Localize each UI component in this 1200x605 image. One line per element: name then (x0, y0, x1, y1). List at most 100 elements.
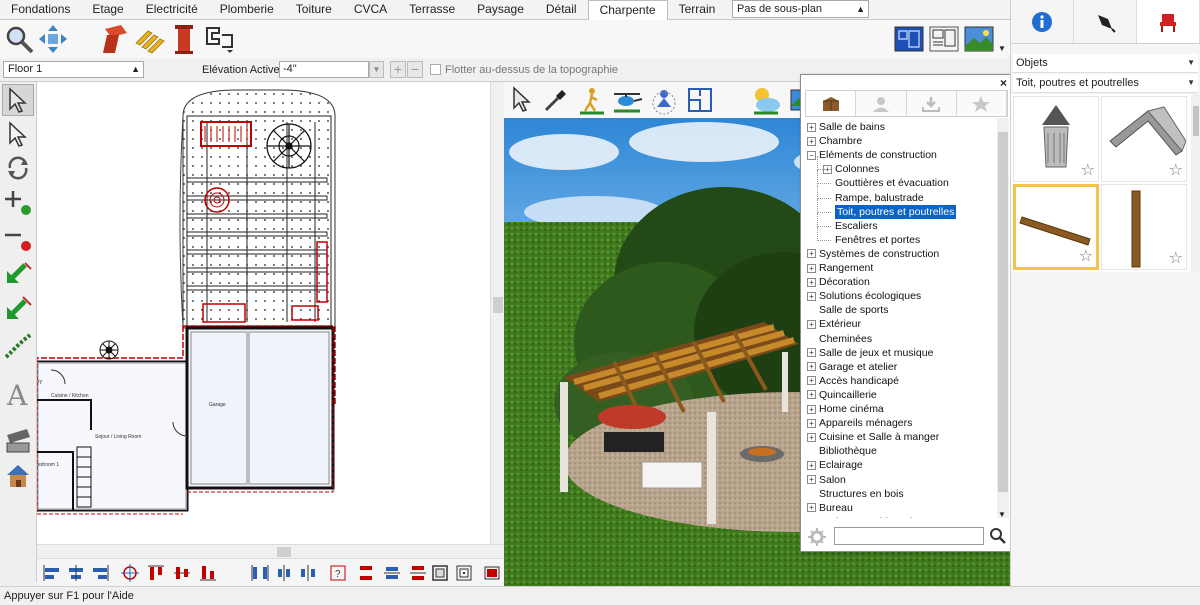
scroll-thumb[interactable] (493, 297, 503, 313)
tree-item[interactable]: Chambre (819, 134, 862, 148)
expand-icon[interactable]: + (807, 503, 816, 513)
thumb-cupola[interactable]: ☆ (1013, 96, 1099, 182)
view-3d-button[interactable] (962, 22, 996, 56)
close-icon[interactable]: × (1000, 76, 1007, 90)
tab-terrasse[interactable]: Terrasse (398, 0, 466, 19)
tree-item[interactable]: Fenêtres et portes (835, 233, 920, 247)
right-tab-info[interactable] (1011, 0, 1074, 43)
tree-item[interactable]: Systèmes de construction (819, 247, 939, 261)
tab-electricite[interactable]: Electricité (135, 0, 209, 19)
expand-icon[interactable]: + (807, 136, 816, 146)
thumbnails-scrollbar[interactable] (1191, 94, 1200, 272)
tab-terrain[interactable]: Terrain (668, 0, 727, 19)
tab-toiture[interactable]: Toiture (285, 0, 343, 19)
tree-item[interactable]: Salon (819, 473, 846, 487)
thumb-beam[interactable]: ☆ (1013, 184, 1099, 270)
toolbar-overflow-icon[interactable]: ▼ (998, 44, 1006, 53)
tree-item[interactable]: Cheminées (819, 332, 872, 346)
tree-item[interactable]: Bureau (819, 501, 853, 515)
expand-icon[interactable]: + (807, 249, 816, 259)
3d-weather-button[interactable] (750, 84, 782, 116)
joist-tool-button[interactable] (133, 22, 167, 56)
expand-icon[interactable]: + (807, 432, 816, 442)
expand-icon[interactable]: + (807, 390, 816, 400)
scroll-thumb[interactable] (998, 132, 1008, 492)
camera-tool-button[interactable] (2, 424, 34, 456)
float-topography-checkbox[interactable] (430, 64, 441, 75)
expand-icon[interactable]: + (807, 277, 816, 287)
tab-charpente[interactable]: Charpente (587, 0, 668, 21)
boundary-box-icon[interactable] (431, 564, 449, 582)
subcategory-select[interactable]: Toit, poutres et poutrelles ▼ (1013, 74, 1198, 93)
tab-detail[interactable]: Détail (535, 0, 588, 19)
elevation-dropdown-button[interactable]: ▼ (369, 61, 384, 78)
align-right-icon[interactable] (91, 564, 109, 582)
library-tab-user[interactable] (856, 91, 907, 116)
center-target-icon[interactable] (121, 564, 139, 582)
right-tab-pen[interactable] (1074, 0, 1137, 43)
expand-icon[interactable]: + (807, 362, 816, 372)
expand-icon[interactable]: + (807, 404, 816, 414)
scroll-thumb[interactable] (277, 547, 291, 557)
tree-item[interactable]: Escaliers (835, 219, 878, 233)
expand-icon[interactable]: + (807, 319, 816, 329)
select-points-button[interactable] (2, 118, 34, 150)
favorite-star-icon[interactable]: ☆ (1169, 160, 1183, 180)
tree-item[interactable]: Colonnes (835, 162, 879, 176)
break-line-button[interactable] (2, 258, 34, 290)
gear-icon[interactable] (807, 527, 827, 547)
distribute-center-icon[interactable] (275, 564, 293, 582)
distribute-vertical-center-icon[interactable] (383, 564, 401, 582)
3d-eyedropper-button[interactable] (540, 84, 572, 116)
category-select[interactable]: Objets ▼ (1013, 54, 1198, 73)
expand-icon[interactable]: + (807, 475, 816, 484)
search-icon[interactable] (989, 527, 1007, 545)
tab-etage[interactable]: Etage (81, 0, 134, 19)
favorite-star-icon[interactable]: ☆ (1079, 246, 1093, 266)
expand-icon[interactable]: + (807, 263, 816, 273)
house-tool-button[interactable] (2, 460, 34, 492)
scroll-down-icon[interactable]: ▼ (998, 510, 1006, 519)
tree-item[interactable]: Garage et atelier (819, 360, 897, 374)
tree-item[interactable]: Salle de sports (819, 303, 888, 317)
distribute-vertical-icon[interactable] (357, 564, 375, 582)
tree-item[interactable]: Quincaillerie (819, 388, 877, 402)
tree-item[interactable]: Toit, poutres et poutrelles (835, 204, 957, 219)
library-tree-scrollbar[interactable] (997, 118, 1009, 518)
tree-item[interactable]: Accès handicapé (819, 374, 899, 388)
collapse-icon[interactable]: − (807, 150, 816, 160)
library-tab-favorites[interactable] (956, 91, 1007, 116)
tree-item[interactable]: Rangement (819, 261, 873, 275)
framing-tool-button[interactable] (98, 22, 132, 56)
nested-box-icon[interactable] (455, 564, 473, 582)
add-point-button[interactable] (2, 186, 34, 218)
3d-plan-button[interactable] (684, 84, 716, 116)
tree-item[interactable]: Cadres pour blocs titres (819, 515, 930, 518)
rotate-tool-button[interactable] (2, 152, 34, 184)
expand-icon[interactable]: + (807, 376, 816, 386)
tree-item[interactable]: Structures en bois (819, 487, 904, 501)
3d-orbit-button[interactable] (648, 84, 680, 116)
pan-tool-button[interactable] (36, 22, 70, 56)
tree-item[interactable]: Rampe, balustrade (835, 191, 924, 205)
favorite-star-icon[interactable]: ☆ (1081, 160, 1095, 180)
align-middle-icon[interactable] (173, 564, 191, 582)
view-plan-button[interactable] (892, 22, 926, 56)
spline-tool-button[interactable] (2, 330, 34, 362)
floor-select[interactable]: Floor 1 ▲ (3, 61, 144, 78)
right-tab-library[interactable] (1137, 0, 1200, 43)
expand-icon[interactable]: + (807, 418, 816, 428)
library-search-input[interactable] (834, 527, 984, 545)
picture-frame-icon[interactable] (483, 564, 501, 582)
plan-horizontal-scrollbar[interactable] (37, 544, 504, 558)
scroll-thumb[interactable] (1193, 106, 1199, 136)
align-bottom-icon[interactable] (199, 564, 217, 582)
library-tab-catalog[interactable] (806, 91, 857, 116)
tree-item[interactable]: Eclairage (819, 458, 863, 472)
3d-fly-button[interactable] (612, 84, 644, 116)
post-tool-button[interactable] (167, 22, 201, 56)
distribute-spacing-icon[interactable] (299, 564, 317, 582)
join-line-button[interactable] (2, 294, 34, 326)
zoom-tool-button[interactable] (2, 22, 36, 56)
elevation-increase-button[interactable]: + (390, 61, 406, 78)
